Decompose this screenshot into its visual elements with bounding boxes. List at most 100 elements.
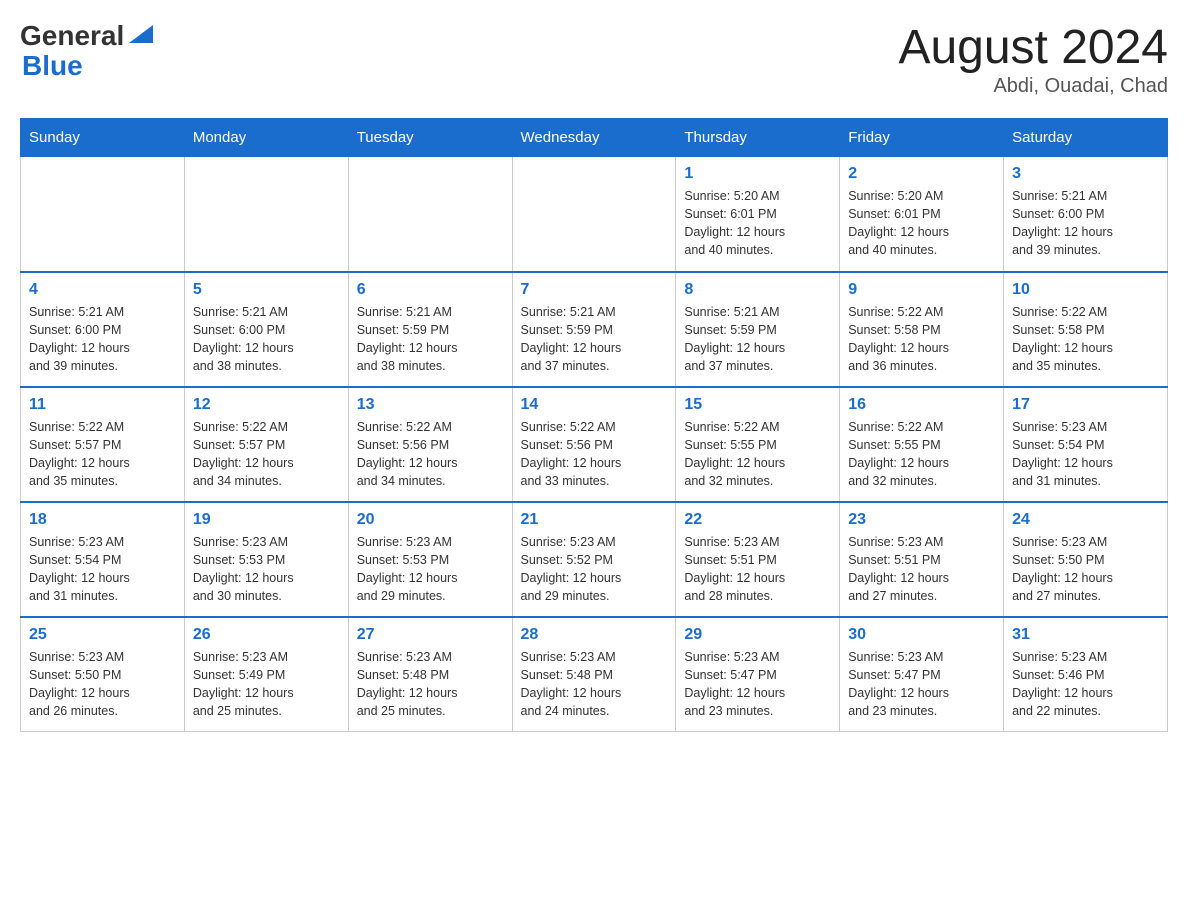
day-number: 13 <box>357 396 504 414</box>
week-row-3: 11 Sunrise: 5:22 AM Sunset: 5:57 PM Dayli… <box>21 387 1168 502</box>
day-number: 25 <box>29 626 176 644</box>
location-title: Abdi, Ouadai, Chad <box>898 75 1168 98</box>
day-info: Sunrise: 5:22 AM Sunset: 5:57 PM Dayligh… <box>29 418 176 491</box>
header-day-monday: Monday <box>184 119 348 157</box>
calendar-cell <box>184 157 348 272</box>
calendar-cell: 10 Sunrise: 5:22 AM Sunset: 5:58 PM Dayli… <box>1004 272 1168 387</box>
calendar-cell: 17 Sunrise: 5:23 AM Sunset: 5:54 PM Dayli… <box>1004 387 1168 502</box>
day-info: Sunrise: 5:20 AM Sunset: 6:01 PM Dayligh… <box>848 187 995 260</box>
day-number: 1 <box>684 165 831 183</box>
calendar-cell: 4 Sunrise: 5:21 AM Sunset: 6:00 PM Daylig… <box>21 272 185 387</box>
header-day-sunday: Sunday <box>21 119 185 157</box>
day-info: Sunrise: 5:22 AM Sunset: 5:58 PM Dayligh… <box>848 303 995 376</box>
day-info: Sunrise: 5:23 AM Sunset: 5:47 PM Dayligh… <box>684 648 831 721</box>
calendar-cell: 25 Sunrise: 5:23 AM Sunset: 5:50 PM Dayli… <box>21 617 185 732</box>
day-info: Sunrise: 5:23 AM Sunset: 5:48 PM Dayligh… <box>357 648 504 721</box>
calendar-cell: 30 Sunrise: 5:23 AM Sunset: 5:47 PM Dayli… <box>840 617 1004 732</box>
calendar-cell <box>512 157 676 272</box>
calendar-cell: 13 Sunrise: 5:22 AM Sunset: 5:56 PM Dayli… <box>348 387 512 502</box>
day-number: 11 <box>29 396 176 414</box>
calendar-cell: 23 Sunrise: 5:23 AM Sunset: 5:51 PM Dayli… <box>840 502 1004 617</box>
week-row-1: 1 Sunrise: 5:20 AM Sunset: 6:01 PM Daylig… <box>21 157 1168 272</box>
day-number: 14 <box>521 396 668 414</box>
day-info: Sunrise: 5:21 AM Sunset: 6:00 PM Dayligh… <box>29 303 176 376</box>
day-number: 19 <box>193 511 340 529</box>
day-number: 8 <box>684 281 831 299</box>
day-number: 4 <box>29 281 176 299</box>
day-number: 15 <box>684 396 831 414</box>
week-row-4: 18Sunrise: 5:23 AM Sunset: 5:54 PM Dayli… <box>21 502 1168 617</box>
calendar-cell: 3 Sunrise: 5:21 AM Sunset: 6:00 PM Daylig… <box>1004 157 1168 272</box>
day-info: Sunrise: 5:23 AM Sunset: 5:47 PM Dayligh… <box>848 648 995 721</box>
logo: General Blue <box>20 20 155 82</box>
calendar-cell: 22 Sunrise: 5:23 AM Sunset: 5:51 PM Dayli… <box>676 502 840 617</box>
header-day-tuesday: Tuesday <box>348 119 512 157</box>
header-day-thursday: Thursday <box>676 119 840 157</box>
day-info: Sunrise: 5:23 AM Sunset: 5:53 PM Dayligh… <box>193 533 340 606</box>
day-info: Sunrise: 5:23 AM Sunset: 5:52 PM Dayligh… <box>521 533 668 606</box>
day-number: 24 <box>1012 511 1159 529</box>
calendar-cell: 11 Sunrise: 5:22 AM Sunset: 5:57 PM Dayli… <box>21 387 185 502</box>
day-info: Sunrise: 5:23 AM Sunset: 5:51 PM Dayligh… <box>684 533 831 606</box>
day-info: Sunrise: 5:23 AM Sunset: 5:53 PM Dayligh… <box>357 533 504 606</box>
day-number: 16 <box>848 396 995 414</box>
week-row-2: 4 Sunrise: 5:21 AM Sunset: 6:00 PM Daylig… <box>21 272 1168 387</box>
day-info: Sunrise: 5:23 AM Sunset: 5:51 PM Dayligh… <box>848 533 995 606</box>
day-info: Sunrise: 5:23 AM Sunset: 5:50 PM Dayligh… <box>29 648 176 721</box>
day-info: Sunrise: 5:21 AM Sunset: 5:59 PM Dayligh… <box>684 303 831 376</box>
day-number: 31 <box>1012 626 1159 644</box>
calendar-cell: 5Sunrise: 5:21 AM Sunset: 6:00 PM Daylig… <box>184 272 348 387</box>
calendar-cell: 19 Sunrise: 5:23 AM Sunset: 5:53 PM Dayli… <box>184 502 348 617</box>
day-number: 6 <box>357 281 504 299</box>
day-number: 7 <box>521 281 668 299</box>
calendar-cell: 21 Sunrise: 5:23 AM Sunset: 5:52 PM Dayli… <box>512 502 676 617</box>
day-number: 20 <box>357 511 504 529</box>
day-info: Sunrise: 5:21 AM Sunset: 5:59 PM Dayligh… <box>521 303 668 376</box>
day-info: Sunrise: 5:23 AM Sunset: 5:54 PM Dayligh… <box>1012 418 1159 491</box>
calendar-cell: 29 Sunrise: 5:23 AM Sunset: 5:47 PM Dayli… <box>676 617 840 732</box>
page-header: General Blue August 2024 Abdi, Ouadai, C… <box>20 20 1168 98</box>
day-info: Sunrise: 5:20 AM Sunset: 6:01 PM Dayligh… <box>684 187 831 260</box>
header-row: SundayMondayTuesdayWednesdayThursdayFrid… <box>21 119 1168 157</box>
day-number: 28 <box>521 626 668 644</box>
calendar-cell: 14 Sunrise: 5:22 AM Sunset: 5:56 PM Dayli… <box>512 387 676 502</box>
calendar-cell: 16Sunrise: 5:22 AM Sunset: 5:55 PM Dayli… <box>840 387 1004 502</box>
header-day-friday: Friday <box>840 119 1004 157</box>
day-number: 21 <box>521 511 668 529</box>
day-info: Sunrise: 5:21 AM Sunset: 6:00 PM Dayligh… <box>1012 187 1159 260</box>
day-number: 22 <box>684 511 831 529</box>
day-number: 18 <box>29 511 176 529</box>
logo-blue: Blue <box>22 50 83 81</box>
day-number: 2 <box>848 165 995 183</box>
calendar-cell: 15 Sunrise: 5:22 AM Sunset: 5:55 PM Dayli… <box>676 387 840 502</box>
day-number: 27 <box>357 626 504 644</box>
day-number: 9 <box>848 281 995 299</box>
calendar-cell: 18Sunrise: 5:23 AM Sunset: 5:54 PM Dayli… <box>21 502 185 617</box>
calendar-cell: 7 Sunrise: 5:21 AM Sunset: 5:59 PM Daylig… <box>512 272 676 387</box>
day-info: Sunrise: 5:21 AM Sunset: 6:00 PM Dayligh… <box>193 303 340 376</box>
day-info: Sunrise: 5:22 AM Sunset: 5:55 PM Dayligh… <box>684 418 831 491</box>
day-info: Sunrise: 5:22 AM Sunset: 5:58 PM Dayligh… <box>1012 303 1159 376</box>
day-number: 30 <box>848 626 995 644</box>
calendar-cell <box>348 157 512 272</box>
day-info: Sunrise: 5:22 AM Sunset: 5:56 PM Dayligh… <box>521 418 668 491</box>
day-number: 26 <box>193 626 340 644</box>
calendar-cell: 6 Sunrise: 5:21 AM Sunset: 5:59 PM Daylig… <box>348 272 512 387</box>
calendar-cell: 1 Sunrise: 5:20 AM Sunset: 6:01 PM Daylig… <box>676 157 840 272</box>
day-number: 3 <box>1012 165 1159 183</box>
day-number: 17 <box>1012 396 1159 414</box>
day-number: 10 <box>1012 281 1159 299</box>
day-number: 23 <box>848 511 995 529</box>
calendar-cell: 9 Sunrise: 5:22 AM Sunset: 5:58 PM Daylig… <box>840 272 1004 387</box>
month-title: August 2024 <box>898 20 1168 75</box>
day-info: Sunrise: 5:21 AM Sunset: 5:59 PM Dayligh… <box>357 303 504 376</box>
day-number: 29 <box>684 626 831 644</box>
title-section: August 2024 Abdi, Ouadai, Chad <box>898 20 1168 98</box>
day-info: Sunrise: 5:22 AM Sunset: 5:57 PM Dayligh… <box>193 418 340 491</box>
calendar-cell: 26Sunrise: 5:23 AM Sunset: 5:49 PM Dayli… <box>184 617 348 732</box>
calendar-cell: 8 Sunrise: 5:21 AM Sunset: 5:59 PM Daylig… <box>676 272 840 387</box>
calendar-cell: 28Sunrise: 5:23 AM Sunset: 5:48 PM Dayli… <box>512 617 676 732</box>
day-info: Sunrise: 5:23 AM Sunset: 5:46 PM Dayligh… <box>1012 648 1159 721</box>
day-info: Sunrise: 5:22 AM Sunset: 5:56 PM Dayligh… <box>357 418 504 491</box>
header-day-wednesday: Wednesday <box>512 119 676 157</box>
